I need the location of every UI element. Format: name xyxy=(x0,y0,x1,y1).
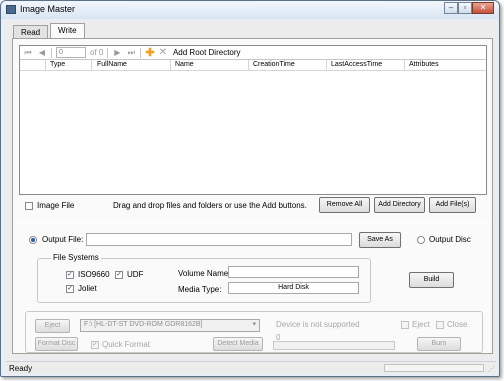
column-creationtime[interactable]: CreationTime xyxy=(253,61,295,68)
column-separator xyxy=(404,60,405,71)
nav-separator xyxy=(107,47,109,58)
column-separator xyxy=(91,60,92,71)
column-fullname[interactable]: FullName xyxy=(97,61,127,68)
eject-button[interactable]: Eject xyxy=(35,319,70,333)
first-record-icon[interactable]: ⏮ xyxy=(23,48,33,58)
client-area: Read Write ⏮ ◀ 0 of 0 ▶ ⏭ ✚ ✕ Add Root D… xyxy=(6,21,496,359)
tab-read[interactable]: Read xyxy=(13,25,49,39)
minimize-icon[interactable]: – xyxy=(444,2,458,14)
drag-drop-hint: Drag and drop files and folders or use t… xyxy=(113,201,307,210)
media-type-label: Media Type: xyxy=(178,285,222,294)
list-navigator: ⏮ ◀ 0 of 0 ▶ ⏭ ✚ ✕ Add Root Directory xyxy=(20,46,486,60)
volume-name-input[interactable] xyxy=(228,266,359,278)
burn-button[interactable]: Burn xyxy=(417,337,461,351)
close-icon[interactable]: ✕ xyxy=(472,2,494,14)
column-attributes[interactable]: Attributes xyxy=(409,61,439,68)
add-directory-button[interactable]: Add Directory xyxy=(374,197,425,213)
write-tab-panel: ⏮ ◀ 0 of 0 ▶ ⏭ ✚ ✕ Add Root Directory Ty… xyxy=(12,38,493,354)
app-icon xyxy=(6,5,16,14)
tab-write[interactable]: Write xyxy=(50,23,85,39)
file-systems-group-label: File Systems xyxy=(51,253,101,262)
file-list[interactable]: ⏮ ◀ 0 of 0 ▶ ⏭ ✚ ✕ Add Root Directory Ty… xyxy=(19,45,487,195)
next-record-icon[interactable]: ▶ xyxy=(112,48,122,57)
title-bar[interactable]: Image Master – ▫ ✕ xyxy=(1,1,499,19)
add-root-directory-button[interactable]: Add Root Directory xyxy=(173,48,241,57)
status-progress-bar xyxy=(384,364,484,372)
output-file-label: Output File: xyxy=(42,235,84,244)
eject-checkbox-label: Eject xyxy=(412,320,430,329)
device-status: Device is not supported xyxy=(276,320,360,329)
column-separator xyxy=(170,60,171,71)
format-disc-button[interactable]: Format Disc xyxy=(35,337,78,351)
add-icon[interactable]: ✚ xyxy=(145,46,154,59)
output-file-radio[interactable] xyxy=(29,236,37,244)
column-lastaccesstime[interactable]: LastAccessTime xyxy=(331,61,382,68)
position-input[interactable]: 0 xyxy=(56,47,86,58)
main-window: Image Master – ▫ ✕ Read Write ⏮ ◀ 0 of 0… xyxy=(0,0,500,377)
udf-label: UDF xyxy=(127,270,144,279)
quick-format-checkbox[interactable]: ✓ xyxy=(91,341,99,349)
iso9660-label: ISO9660 xyxy=(78,270,110,279)
output-disc-radio[interactable] xyxy=(417,236,425,244)
last-record-icon[interactable]: ⏭ xyxy=(126,48,136,58)
close-checkbox[interactable] xyxy=(436,321,444,329)
volume-name-label: Volume Name: xyxy=(178,269,231,278)
eject-checkbox[interactable] xyxy=(401,321,409,329)
media-type-value: Hard Disk xyxy=(228,282,359,294)
progress-bar xyxy=(273,341,395,350)
record-count: of 0 xyxy=(90,48,104,57)
joliet-label: Joliet xyxy=(78,284,97,293)
file-systems-group xyxy=(37,258,371,303)
dropdown-arrow-icon[interactable]: ▾ xyxy=(252,320,256,330)
previous-record-icon[interactable]: ◀ xyxy=(37,48,47,57)
maximize-icon[interactable]: ▫ xyxy=(458,2,472,14)
column-separator xyxy=(326,60,327,71)
window-controls: – ▫ ✕ xyxy=(444,2,494,14)
remove-all-button[interactable]: Remove All xyxy=(319,197,370,213)
save-as-button[interactable]: Save As xyxy=(359,232,401,248)
drive-select[interactable]: F:\ [HL-DT-ST DVD-ROM GDR8162B] ▾ xyxy=(80,319,260,332)
build-button[interactable]: Build xyxy=(409,272,454,288)
detect-media-button[interactable]: Detect Media xyxy=(213,337,263,351)
udf-checkbox[interactable]: ✓ xyxy=(115,271,123,279)
window-title: Image Master xyxy=(20,4,76,14)
drive-select-value: F:\ [HL-DT-ST DVD-ROM GDR8162B] xyxy=(84,321,203,328)
joliet-checkbox[interactable]: ✓ xyxy=(66,285,74,293)
output-file-input[interactable] xyxy=(86,233,352,246)
delete-icon[interactable]: ✕ xyxy=(159,47,167,58)
column-type[interactable]: Type xyxy=(50,61,65,68)
status-bar: Ready ⋰ xyxy=(6,361,496,374)
section-divider xyxy=(15,222,490,223)
column-separator xyxy=(45,60,46,71)
resize-grip-icon[interactable]: ⋰ xyxy=(488,365,495,373)
iso9660-checkbox[interactable]: ✓ xyxy=(66,271,74,279)
add-files-button[interactable]: Add File(s) xyxy=(429,197,476,213)
nav-separator xyxy=(140,47,142,58)
nav-separator xyxy=(51,47,52,58)
status-text: Ready xyxy=(9,364,33,373)
column-name[interactable]: Name xyxy=(175,61,194,68)
column-separator xyxy=(248,60,249,71)
quick-format-label: Quick Format xyxy=(102,340,151,349)
close-checkbox-label: Close xyxy=(447,320,468,329)
column-header: Type FullName Name CreationTime LastAcce… xyxy=(20,60,486,71)
image-file-checkbox[interactable] xyxy=(25,202,33,210)
output-disc-label: Output Disc xyxy=(429,235,471,244)
image-file-label: Image File xyxy=(37,201,75,210)
